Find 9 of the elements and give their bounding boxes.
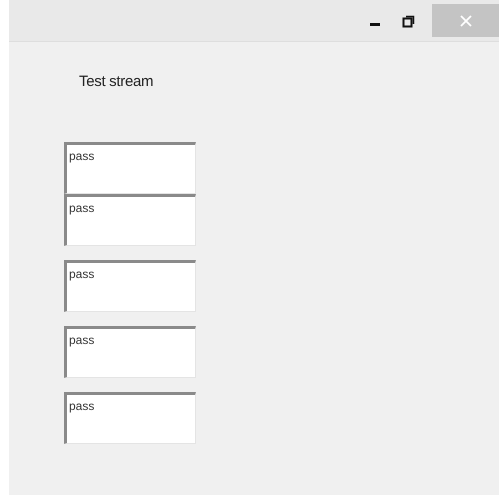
text-field[interactable]: pass: [64, 260, 196, 312]
text-field[interactable]: pass: [64, 392, 196, 444]
text-field[interactable]: pass: [64, 194, 196, 246]
text-field[interactable]: pass: [64, 326, 196, 378]
stream-label: Test stream: [79, 72, 154, 92]
restore-icon: [402, 14, 416, 28]
close-icon: [460, 14, 472, 26]
text-field[interactable]: pass: [64, 142, 196, 194]
minimize-icon: [370, 23, 380, 26]
